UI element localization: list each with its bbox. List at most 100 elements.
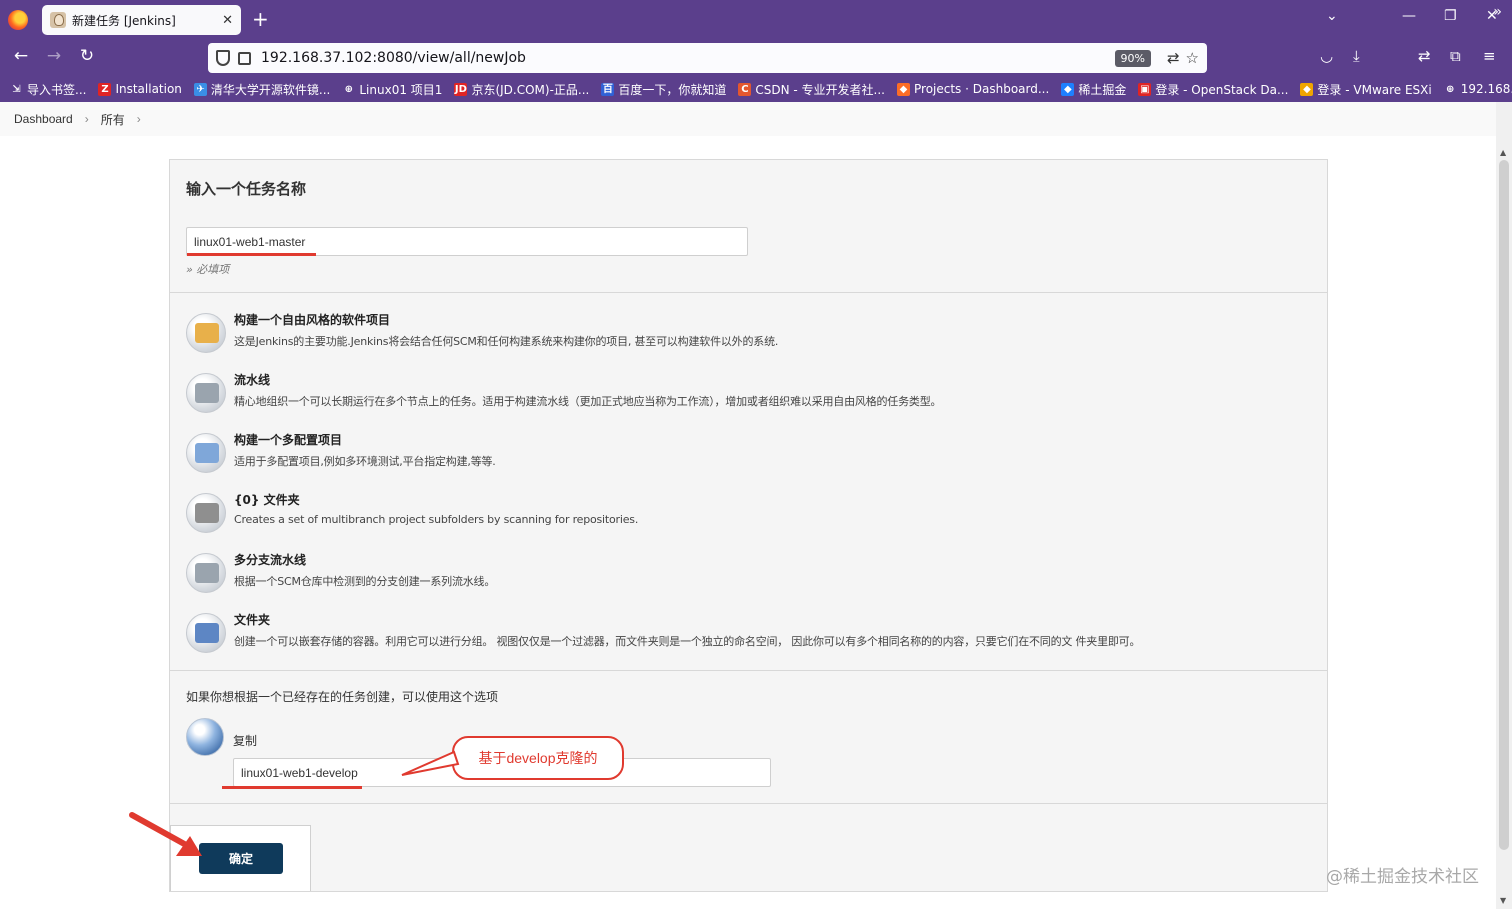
bookmark-label: 登录 - VMware ESXi (1317, 82, 1432, 97)
callout-bubble: 基于develop克隆的 (452, 736, 624, 780)
copy-hint: 如果你想根据一个已经存在的任务创建，可以使用这个选项 (186, 690, 499, 704)
reload-button[interactable]: ↻ (75, 46, 99, 66)
navigation-toolbar: ← → ↻ 192.168.37.102:8080/view/all/newJo… (0, 40, 1512, 76)
item-name-section: 输入一个任务名称 » 必填项 (170, 160, 1327, 293)
bookmark-favicon-icon: JD (454, 82, 468, 96)
bookmark-item[interactable]: ⊕192.168.37.102/app1/ (1443, 82, 1512, 96)
back-button[interactable]: ← (9, 46, 33, 66)
bookmark-favicon-icon: ◆ (1300, 82, 1314, 96)
bookmark-item[interactable]: ◆ 稀土掘金 (1061, 81, 1126, 98)
bookmark-item[interactable]: ◆ 登录 - VMware ESXi (1300, 81, 1432, 98)
copy-icon (186, 718, 224, 756)
downloads-icon[interactable]: ⤓ (1353, 47, 1360, 65)
bookmark-label: 稀土掘金 (1078, 82, 1127, 97)
bookmark-star-icon[interactable]: ☆ (1186, 49, 1199, 67)
copy-underline-annotation (222, 786, 362, 789)
breadcrumb-all[interactable]: 所有 (101, 111, 125, 128)
bookmark-item[interactable]: ✈ 清华大学开源软件镜... (193, 81, 331, 98)
item-name-input[interactable] (186, 227, 748, 256)
item-type-description: 创建一个可以嵌套存储的容器。利用它可以进行分组。 视图仅仅是一个过滤器，而文件夹… (234, 635, 1141, 648)
forward-button[interactable]: → (42, 46, 66, 66)
bookmark-favicon-icon: C (738, 82, 752, 96)
extensions-icon[interactable]: ⧉ (1450, 47, 1461, 65)
watermark: @稀土掘金技术社区 (1326, 867, 1479, 887)
item-type-option[interactable]: 流水线精心地组织一个可以长期运行在多个节点上的任务。适用于构建流水线（更加正式地… (186, 371, 1306, 421)
page-title: 输入一个任务名称 (186, 180, 307, 198)
firefox-logo-icon[interactable] (8, 10, 28, 30)
app-menu-icon[interactable]: ≡ (1483, 47, 1496, 65)
breadcrumb-dashboard[interactable]: Dashboard (14, 112, 73, 126)
bookmarks-toolbar: ⇲ 导入书签... Z Installation ✈ 清华大学开源软件镜... ⊕ Linux… (0, 76, 1512, 102)
item-type-option[interactable]: 构建一个自由风格的软件项目 这是Jenkins的主要功能.Jenkins将会结合任… (186, 311, 1306, 361)
multiconfig-icon (186, 433, 226, 473)
url-text[interactable]: 192.168.37.102:8080/view/all/newJob (261, 50, 1115, 66)
freestyle-icon (186, 313, 226, 353)
bookmark-item[interactable]: JD 京东(JD.COM)-正品... (454, 81, 589, 98)
restore-button[interactable]: ❐ (1444, 8, 1457, 24)
tracking-protection-shield-icon[interactable] (216, 50, 230, 66)
translate-icon[interactable]: ⇄ (1167, 49, 1180, 67)
bookmark-label: CSDN - 专业开发者社... (755, 82, 885, 97)
name-underline-annotation (187, 253, 316, 256)
zoom-level-badge[interactable]: 90% (1114, 49, 1151, 67)
bookmark-item[interactable]: Z Installation (98, 82, 182, 96)
bookmark-item[interactable]: ▣ 登录 - OpenStack Da... (1138, 81, 1288, 98)
item-type-description: 适用于多配置项目,例如多环境测试,平台指定构建,等等. (234, 455, 496, 468)
bookmark-label: 导入书签... (27, 82, 87, 97)
site-info-icon[interactable] (238, 51, 251, 65)
list-tabs-icon[interactable]: ⌄ (1326, 8, 1338, 24)
bookmark-favicon-icon: ◆ (897, 82, 910, 96)
new-tab-button[interactable]: + (252, 8, 269, 30)
item-type-description: 精心地组织一个可以长期运行在多个节点上的任务。适用于构建流水线（更加正式地应当称… (234, 395, 942, 408)
item-type-option[interactable]: 构建一个多配置项目适用于多配置项目,例如多环境测试,平台指定构建,等等. (186, 431, 1306, 481)
item-type-name: 构建一个自由风格的软件项目 (234, 313, 391, 327)
address-bar[interactable]: 192.168.37.102:8080/view/all/newJob 90% … (208, 43, 1207, 73)
org-folder-icon (186, 493, 226, 533)
item-type-description: 根据一个SCM仓库中检测到的分支创建一系列流水线。 (234, 575, 496, 588)
item-type-name: {0} 文件夹 (234, 493, 300, 507)
breadcrumb: Dashboard › 所有 › (0, 102, 1496, 136)
item-type-option[interactable]: 文件夹创建一个可以嵌套存储的容器。利用它可以进行分组。 视图仅仅是一个过滤器，而… (186, 611, 1306, 661)
bookmark-favicon-icon: ▣ (1138, 82, 1152, 96)
icon-glyph (195, 323, 219, 343)
item-type-name: 多分支流水线 (234, 553, 307, 567)
bookmark-item[interactable]: ◆ Projects · Dashboard... (897, 82, 1049, 96)
bookmark-favicon-icon: ⊕ (342, 82, 356, 96)
breadcrumb-separator: › (136, 112, 141, 126)
tab-title: 新建任务 [Jenkins] (72, 13, 176, 28)
scrollbar-thumb[interactable] (1499, 160, 1509, 850)
scroll-down-icon[interactable]: ▼ (1500, 896, 1506, 905)
pocket-icon[interactable]: ◡ (1320, 47, 1333, 65)
ok-button[interactable]: 确定 (199, 843, 283, 874)
translate-extension-icon[interactable]: ⇄ (1418, 47, 1431, 65)
jenkins-favicon-icon (50, 12, 66, 28)
item-type-name: 流水线 (234, 373, 271, 387)
bookmark-favicon-icon: ✈ (193, 82, 207, 96)
bookmark-label: 登录 - OpenStack Da... (1155, 82, 1289, 97)
scroll-up-icon[interactable]: ▲ (1500, 148, 1506, 157)
tab-close-icon[interactable]: ✕ (222, 13, 233, 28)
item-type-name: 文件夹 (234, 613, 271, 627)
bookmarks-overflow-icon[interactable]: » (1493, 4, 1502, 20)
item-type-name: 构建一个多配置项目 (234, 433, 343, 447)
bookmark-label: 清华大学开源软件镜... (210, 82, 331, 97)
bookmark-label: Projects · Dashboard... (914, 82, 1050, 96)
item-type-description: Creates a set of multibranch project sub… (234, 513, 639, 526)
bookmark-item[interactable]: 百百度一下，你就知道 (601, 81, 726, 98)
minimize-button[interactable]: — (1402, 8, 1416, 24)
bookmark-item[interactable]: C CSDN - 专业开发者社... (738, 81, 885, 98)
icon-glyph (195, 623, 219, 643)
new-job-form: 输入一个任务名称 » 必填项 构建一个自由风格的软件项目这是Jenkins的主要… (169, 159, 1328, 892)
item-type-option[interactable]: {0} 文件夹 Creates a set of multibranch proj… (186, 491, 1306, 541)
icon-glyph (195, 443, 219, 463)
copy-label: 复制 (233, 734, 258, 748)
page-scrollbar[interactable]: ▲ ▼ (1496, 102, 1512, 909)
item-type-option[interactable]: 多分支流水线根据一个SCM仓库中检测到的分支创建一系列流水线。 (186, 551, 1306, 601)
bookmark-item[interactable]: ⊕ Linux01 项目1 (342, 81, 442, 98)
bookmark-favicon-icon: ⇲ (10, 82, 23, 96)
folder-icon (186, 613, 226, 653)
browser-tab[interactable]: 新建任务 [Jenkins] ✕ (42, 5, 241, 35)
bookmark-item[interactable]: ⇲ 导入书签... (10, 81, 86, 98)
bookmark-label: 192.168.37.102/app1/ (1460, 82, 1512, 96)
bookmark-favicon-icon: 百 (601, 82, 615, 96)
